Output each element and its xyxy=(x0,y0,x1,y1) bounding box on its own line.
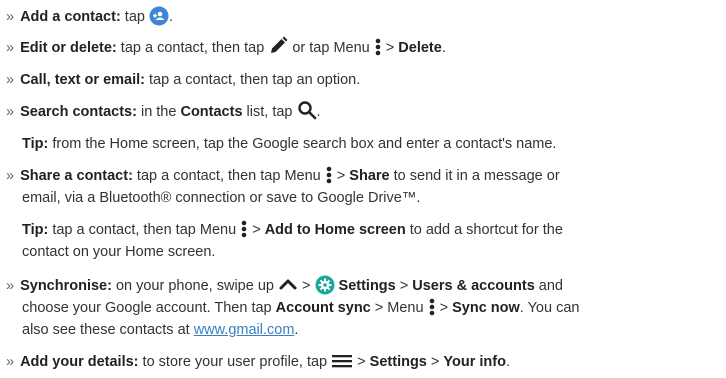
label-contacts: Contacts xyxy=(180,104,243,120)
chevron-up-icon xyxy=(278,274,298,294)
item-call-text-email: » Call, text or email: tap a contact, the… xyxy=(6,70,360,90)
text: tap a contact, then tap Menu xyxy=(132,168,325,184)
vertical-dots-menu-icon xyxy=(374,37,382,57)
bullet: » xyxy=(6,72,15,88)
item-edit-delete: » Edit or delete: tap a contact, then tap… xyxy=(6,36,446,58)
text: to store your user profile, tap xyxy=(138,354,332,370)
label-synchronise: Synchronise: xyxy=(20,278,112,294)
text: > xyxy=(332,168,350,184)
text: contact on your Home screen. xyxy=(22,244,216,260)
text: tap xyxy=(120,9,149,25)
vertical-dots-menu-icon xyxy=(428,297,436,317)
tip-label: Tip: xyxy=(22,136,49,152)
label-add-contact: Add a contact: xyxy=(20,9,121,25)
text: . You can xyxy=(519,300,580,316)
text: choose your Google account. Then tap xyxy=(22,300,276,316)
text: . xyxy=(316,104,321,120)
item-synchronise: » Synchronise: on your phone, swipe up > … xyxy=(6,274,563,296)
vertical-dots-menu-icon xyxy=(240,219,248,239)
text: > Menu xyxy=(370,300,428,316)
bullet: » xyxy=(6,278,15,294)
item-share-contact-cont: email, via a Bluetooth® connection or sa… xyxy=(22,188,420,208)
label-your-info: Your info xyxy=(443,354,506,370)
text: > xyxy=(426,354,444,370)
label-delete: Delete xyxy=(398,40,442,56)
label-share-contact: Share a contact: xyxy=(20,168,133,184)
label-account-sync: Account sync xyxy=(275,300,371,316)
search-icon xyxy=(297,100,317,120)
document-page: » Add a contact: tap . » Edit or delete: t… xyxy=(0,0,726,378)
label-add-to-home: Add to Home screen xyxy=(264,222,406,238)
add-contact-icon xyxy=(149,6,169,26)
bullet: » xyxy=(6,104,15,120)
item-add-details: » Add your details: to store your user pr… xyxy=(6,352,510,372)
label-call-text-email: Call, text or email: xyxy=(20,72,145,88)
bullet: » xyxy=(6,40,15,56)
gmail-link[interactable]: www.gmail.com xyxy=(194,322,295,338)
text: to add a shortcut for the xyxy=(405,222,563,238)
text: . xyxy=(505,354,510,370)
tip-search: Tip: from the Home screen, tap the Googl… xyxy=(22,134,556,154)
label-sync-now: Sync now xyxy=(452,300,520,316)
text: > xyxy=(248,222,265,238)
label-settings: Settings xyxy=(338,278,396,294)
settings-gear-icon xyxy=(315,275,335,295)
label-edit-delete: Edit or delete: xyxy=(20,40,117,56)
label-settings: Settings xyxy=(369,354,427,370)
text: list, tap xyxy=(242,104,297,120)
text: > xyxy=(353,354,370,370)
text: from the Home screen, tap the Google sea… xyxy=(48,136,557,152)
text: email, via a Bluetooth® connection or sa… xyxy=(22,190,421,206)
text: or tap Menu xyxy=(288,40,374,56)
text: > xyxy=(298,278,315,294)
text: > xyxy=(395,278,413,294)
text: in the xyxy=(136,104,181,120)
tip-home-shortcut-cont: contact on your Home screen. xyxy=(22,242,215,262)
text: also see these contacts at xyxy=(22,322,194,338)
bullet: » xyxy=(6,168,15,184)
bullet: » xyxy=(6,9,15,25)
tip-home-shortcut: Tip: tap a contact, then tap Menu > Add … xyxy=(22,220,563,240)
text: . xyxy=(294,322,299,338)
item-synchronise-cont2: also see these contacts at www.gmail.com… xyxy=(22,320,298,340)
item-search-contacts: » Search contacts: in the Contacts list, … xyxy=(6,100,321,122)
text: > xyxy=(435,300,453,316)
item-share-contact: » Share a contact: tap a contact, then ta… xyxy=(6,166,560,186)
item-synchronise-cont1: choose your Google account. Then tap Acc… xyxy=(22,298,579,318)
text: to send it in a message or xyxy=(389,168,560,184)
text: . xyxy=(441,40,446,56)
text: > xyxy=(381,40,399,56)
text: tap a contact, then tap xyxy=(116,40,269,56)
text: tap a contact, then tap Menu xyxy=(48,222,241,238)
text: tap a contact, then tap an option. xyxy=(144,72,361,88)
vertical-dots-menu-icon xyxy=(325,165,333,185)
text: and xyxy=(534,278,563,294)
label-share: Share xyxy=(349,168,390,184)
label-add-details: Add your details: xyxy=(20,354,139,370)
bullet: » xyxy=(6,354,15,370)
text: on your phone, swipe up xyxy=(111,278,278,294)
text: . xyxy=(169,9,174,25)
hamburger-menu-icon xyxy=(331,351,353,371)
label-search-contacts: Search contacts: xyxy=(20,104,137,120)
item-add-contact: » Add a contact: tap . xyxy=(6,6,174,27)
pencil-icon xyxy=(268,36,288,56)
tip-label: Tip: xyxy=(22,222,49,238)
label-users-accounts: Users & accounts xyxy=(412,278,535,294)
